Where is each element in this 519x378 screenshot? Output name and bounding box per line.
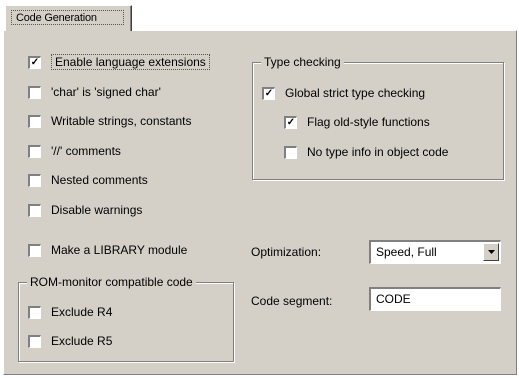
checkbox-box[interactable] xyxy=(28,173,41,187)
disable-warnings-checkbox[interactable]: Disable warnings xyxy=(28,200,142,220)
checkbox-label: Nested comments xyxy=(51,173,148,187)
type-checking-title: Type checking xyxy=(261,55,344,69)
cpp-comments-checkbox[interactable]: '//' comments xyxy=(28,141,121,161)
checkbox-label: No type info in object code xyxy=(307,145,449,159)
code-segment-value: CODE xyxy=(376,292,411,306)
checkbox-label: Disable warnings xyxy=(51,203,143,217)
checkbox-label: Writable strings, constants xyxy=(51,114,192,128)
writable-strings-checkbox[interactable]: Writable strings, constants xyxy=(28,111,192,131)
optimization-select[interactable]: Speed, Full xyxy=(369,240,501,264)
checkbox-box[interactable] xyxy=(28,243,41,257)
checkbox-label: Enable language extensions xyxy=(51,54,210,70)
checkbox-box[interactable] xyxy=(28,114,41,128)
optimization-label: Optimization: xyxy=(251,245,322,259)
rom-monitor-title: ROM-monitor compatible code xyxy=(27,275,196,289)
library-module-checkbox[interactable]: Make a LIBRARY module xyxy=(28,240,187,260)
global-strict-type-checking-checkbox[interactable]: ✓ Global strict type checking xyxy=(262,83,425,103)
checkbox-box[interactable]: ✓ xyxy=(262,86,275,100)
checkbox-box[interactable] xyxy=(28,334,41,348)
tab-label: Code Generation xyxy=(16,12,97,24)
checkbox-label: Make a LIBRARY module xyxy=(51,243,188,257)
checkbox-box[interactable]: ✓ xyxy=(284,115,297,129)
tab-code-generation[interactable]: Code Generation xyxy=(5,5,132,31)
checkbox-label: '//' comments xyxy=(51,144,121,158)
optimization-value: Speed, Full xyxy=(376,245,437,259)
enable-language-extensions-checkbox[interactable]: ✓ Enable language extensions xyxy=(28,52,210,72)
char-signed-checkbox[interactable]: 'char' is 'signed char' xyxy=(28,82,161,102)
checkbox-label: Exclude R4 xyxy=(51,305,113,319)
code-segment-label: Code segment: xyxy=(251,294,333,308)
checkbox-label: Flag old-style functions xyxy=(307,115,430,129)
dropdown-arrow-icon[interactable] xyxy=(483,243,499,261)
checkbox-box[interactable] xyxy=(28,203,41,217)
checkbox-box[interactable]: ✓ xyxy=(28,55,41,69)
nested-comments-checkbox[interactable]: Nested comments xyxy=(28,170,148,190)
checkbox-label: Exclude R5 xyxy=(51,334,113,348)
flag-old-style-functions-checkbox[interactable]: ✓ Flag old-style functions xyxy=(284,112,430,132)
checkbox-label: Global strict type checking xyxy=(285,86,426,100)
exclude-r4-checkbox[interactable]: Exclude R4 xyxy=(28,302,112,322)
checkbox-box[interactable] xyxy=(28,144,41,158)
checkbox-label: 'char' is 'signed char' xyxy=(51,85,161,99)
checkbox-box[interactable] xyxy=(28,85,41,99)
checkbox-box[interactable] xyxy=(28,305,41,319)
code-segment-input[interactable]: CODE xyxy=(369,287,501,311)
checkbox-box[interactable] xyxy=(284,145,297,159)
no-type-info-checkbox[interactable]: No type info in object code xyxy=(284,142,448,162)
exclude-r5-checkbox[interactable]: Exclude R5 xyxy=(28,331,112,351)
